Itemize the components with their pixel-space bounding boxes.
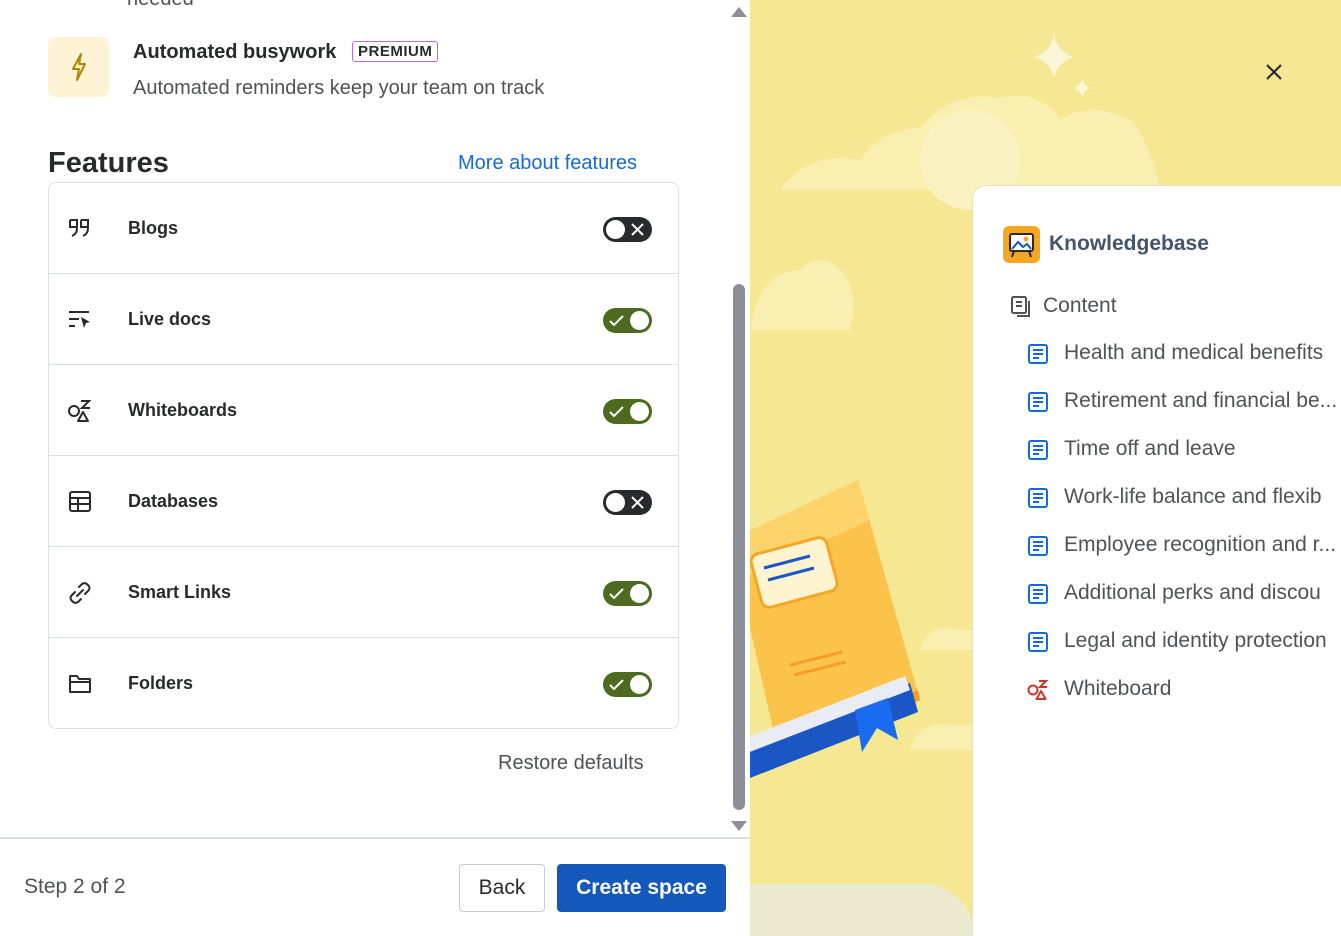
- live-docs-toggle[interactable]: [603, 308, 652, 333]
- databases-toggle[interactable]: [603, 490, 652, 515]
- smart-links-toggle[interactable]: [603, 581, 652, 606]
- content-icon: [1011, 296, 1030, 317]
- create-space-panel: needed Automated busywork PREMIUM Automa…: [0, 0, 750, 936]
- feature-label: Folders: [128, 673, 194, 693]
- tree-item[interactable]: Time off and leave: [1027, 436, 1341, 466]
- page-icon: [1028, 584, 1048, 604]
- folder-icon: [69, 675, 91, 693]
- tree-item-label: Retirement and financial be...: [1064, 389, 1338, 412]
- scroll-up-arrow-icon[interactable]: [731, 7, 747, 17]
- tree-item[interactable]: Retirement and financial be...: [1027, 388, 1341, 418]
- tree-item-label: Whiteboard: [1064, 677, 1172, 700]
- feature-row-databases: Databases: [49, 456, 678, 547]
- live-doc-icon: [69, 311, 90, 328]
- lightning-icon: [48, 37, 109, 97]
- busywork-feature: Automated busywork PREMIUM Automated rem…: [48, 37, 668, 101]
- features-list: Blogs Live docs Whiteboards Databases Sm…: [48, 182, 679, 729]
- page-icon: [1028, 440, 1048, 460]
- tree-item[interactable]: Whiteboard: [1027, 676, 1341, 706]
- content-label: Content: [1043, 294, 1117, 317]
- space-avatar-icon: [1003, 226, 1040, 263]
- cross-icon: [631, 496, 644, 509]
- more-about-features-link[interactable]: More about features: [458, 152, 637, 175]
- feature-row-folders: Folders: [49, 638, 678, 729]
- feature-label: Databases: [128, 491, 219, 511]
- premium-badge: PREMIUM: [352, 41, 439, 62]
- tree-item[interactable]: Employee recognition and r...: [1027, 532, 1341, 562]
- feature-label: Live docs: [128, 309, 212, 329]
- tree-item-label: Time off and leave: [1064, 437, 1236, 460]
- scroll-down-arrow-icon[interactable]: [731, 821, 747, 831]
- blogs-toggle[interactable]: [603, 217, 652, 242]
- feature-label: Blogs: [128, 218, 179, 238]
- feature-row-smart-links: Smart Links: [49, 547, 678, 638]
- tree-item[interactable]: Legal and identity protection: [1027, 628, 1341, 658]
- feature-row-blogs: Blogs: [49, 183, 678, 274]
- tree-item[interactable]: Work-life balance and flexib: [1027, 484, 1341, 514]
- tree-item-label: Additional perks and discou: [1064, 581, 1321, 604]
- page-icon: [1028, 488, 1048, 508]
- whiteboards-toggle[interactable]: [603, 399, 652, 424]
- feature-row-live-docs: Live docs: [49, 274, 678, 365]
- check-icon: [609, 679, 624, 691]
- features-heading: Features: [48, 147, 169, 179]
- cross-icon: [631, 223, 644, 236]
- page-icon: [1028, 344, 1048, 364]
- busywork-title: Automated busywork: [133, 41, 337, 63]
- tree-item[interactable]: Additional perks and discou: [1027, 580, 1341, 610]
- check-icon: [609, 315, 624, 327]
- tree-item-label: Employee recognition and r...: [1064, 533, 1336, 556]
- close-icon[interactable]: [1260, 58, 1288, 86]
- back-button[interactable]: Back: [459, 864, 545, 912]
- page-icon: [1028, 392, 1048, 412]
- truncated-text: needed: [127, 0, 194, 11]
- folders-toggle[interactable]: [603, 672, 652, 697]
- restore-defaults-button[interactable]: Restore defaults: [498, 752, 644, 775]
- feature-row-whiteboards: Whiteboards: [49, 365, 678, 456]
- space-name: Knowledgebase: [1049, 232, 1209, 255]
- footer-divider: [0, 837, 750, 839]
- feature-label: Whiteboards: [128, 400, 238, 420]
- step-indicator: Step 2 of 2: [24, 875, 126, 898]
- whiteboard-icon: [1027, 680, 1049, 700]
- check-icon: [609, 406, 624, 418]
- tree-item-label: Health and medical benefits: [1064, 341, 1324, 364]
- scrollbar-thumb[interactable]: [733, 284, 745, 810]
- page-icon: [1028, 632, 1048, 652]
- preview-panel: Knowledgebase Content Health and medical…: [750, 0, 1341, 936]
- feature-label: Smart Links: [128, 582, 232, 602]
- space-preview-card: Knowledgebase Content Health and medical…: [972, 185, 1341, 936]
- create-space-button[interactable]: Create space: [557, 864, 726, 912]
- tree-item-label: Legal and identity protection: [1064, 629, 1327, 652]
- database-icon: [69, 491, 91, 512]
- link-icon: [69, 582, 91, 604]
- page-icon: [1028, 536, 1048, 556]
- whiteboard-icon: [68, 400, 92, 422]
- tree-item-label: Work-life balance and flexib: [1064, 485, 1322, 508]
- busywork-description: Automated reminders keep your team on tr…: [133, 77, 545, 99]
- quote-icon: [69, 219, 89, 237]
- check-icon: [609, 588, 624, 600]
- tree-item[interactable]: Health and medical benefits: [1027, 340, 1341, 370]
